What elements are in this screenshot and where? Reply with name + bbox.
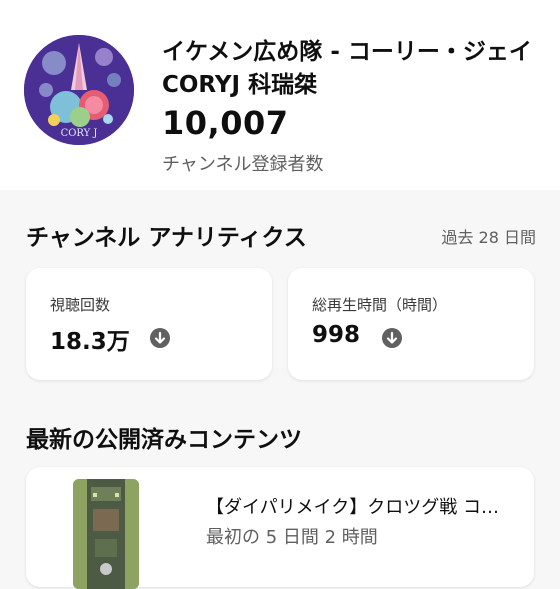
latest-video-card[interactable]: 【ダイパリメイク】クロツグ戦 コ… 最初の 5 日間 2 時間	[26, 467, 534, 589]
video-title[interactable]: 【ダイパリメイク】クロツグ戦 コ…	[206, 493, 526, 519]
avatar-logo-text: CORY J	[61, 128, 98, 139]
arrow-down-icon	[382, 328, 402, 348]
latest-content-title: 最新の公開済みコンテンツ	[26, 427, 302, 453]
views-label: 視聴回数	[50, 296, 111, 314]
analytics-period: 過去 28 日間	[441, 228, 536, 247]
channel-name: イケメン広め隊 - コーリー・ジェイ CORYJ 科瑞桀	[162, 39, 532, 98]
video-meta: 最初の 5 日間 2 時間	[206, 527, 378, 548]
channel-header: CORY J イケメン広め隊 - コーリー・ジェイ CORYJ 科瑞桀 10,0…	[0, 0, 560, 190]
video-thumbnail[interactable]	[73, 479, 139, 589]
watch-time-value: 998	[312, 322, 361, 348]
subscriber-count: 10,007	[162, 104, 289, 142]
subscriber-label: チャンネル登録者数	[162, 154, 324, 175]
channel-avatar[interactable]: CORY J	[24, 35, 134, 145]
watch-time-card[interactable]: 総再生時間（時間） 998	[288, 268, 534, 380]
views-card[interactable]: 視聴回数 18.3万	[26, 268, 272, 380]
analytics-title: チャンネル アナリティクス	[26, 225, 307, 251]
views-value: 18.3万	[50, 329, 130, 355]
watch-time-label: 総再生時間（時間）	[312, 296, 448, 314]
arrow-down-icon	[150, 328, 170, 348]
avatar-artwork: CORY J	[24, 35, 134, 145]
